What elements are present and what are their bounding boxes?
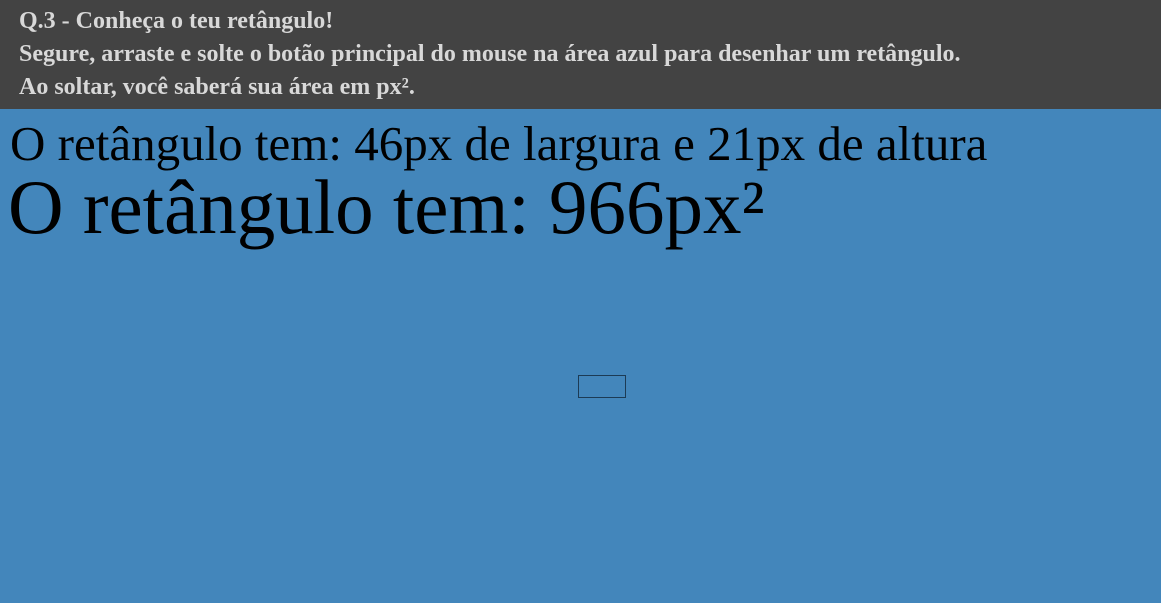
instruction-line-2: Ao soltar, você saberá sua área em px².: [19, 74, 415, 100]
instruction-line: Segure, arraste e solte o botão principa…: [19, 41, 961, 67]
rectangle-area-text: O retângulo tem: 966px²: [8, 164, 765, 250]
instructions-header: Q.3 - Conheça o teu retângulo! Segure, a…: [0, 0, 1161, 109]
drawn-rectangle: [578, 375, 626, 398]
drawing-area[interactable]: O retângulo tem: 46px de largura e 21px …: [0, 109, 1161, 603]
question-title: Q.3 - Conheça o teu retângulo!: [19, 8, 334, 34]
